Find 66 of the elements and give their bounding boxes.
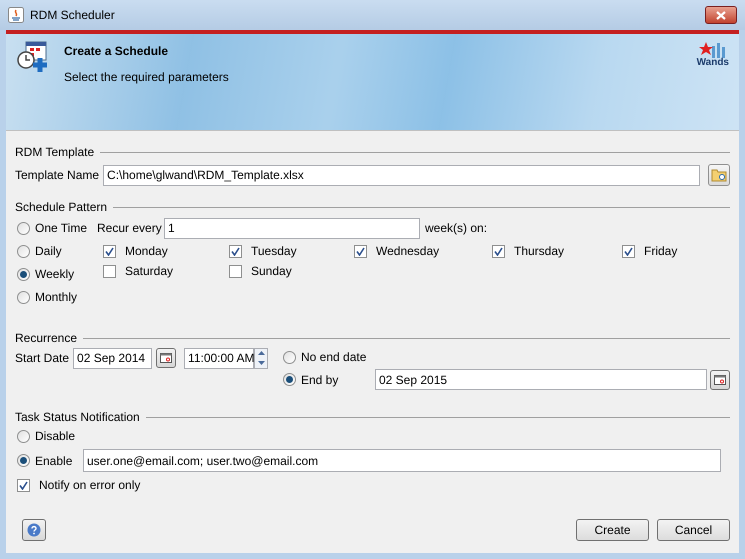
help-button[interactable] [22,519,46,541]
browse-button[interactable] [708,164,730,186]
start-time-field[interactable]: 11:00:00 AM [184,348,254,368]
dialog-button[interactable]: Create [576,519,649,541]
radio-button[interactable] [17,430,30,442]
checkbox-label: Sunday [251,263,292,280]
checkbox[interactable] [492,244,505,258]
checkbox-label: Saturday [125,263,174,280]
calendar-icon [160,353,172,363]
close-icon [716,10,726,20]
time-spinner[interactable] [254,348,268,368]
folder-search-icon [711,168,727,182]
radio-label: Enable [35,452,72,470]
radio-button[interactable] [283,350,296,364]
logo-icon [698,42,728,58]
section-heading: RDM Template [15,144,94,161]
radio-button[interactable] [17,244,30,258]
app-icon [8,7,24,23]
field-label: Start Date [15,350,70,367]
section-heading: Recurrence [15,330,78,347]
checkbox-label: Thursday [514,243,564,260]
template-path-field[interactable]: C:\home\glwand\RDM_Template.xlsx [103,164,700,186]
checkbox[interactable] [229,264,242,278]
calendar-button[interactable] [156,348,176,368]
checkbox-label: Monday [125,243,168,260]
radio-label: Disable [35,428,76,445]
radio-label: End by [301,372,338,388]
radio-button[interactable] [283,373,296,386]
end-date-field[interactable]: 02 Sep 2015 [375,369,707,390]
checkbox[interactable] [229,244,242,258]
checkbox-label: Notify on error only [39,477,140,494]
checkbox[interactable] [103,264,116,278]
checkbox[interactable] [354,244,367,258]
field-label: Recur every [97,220,163,237]
close-button[interactable] [705,6,737,24]
field-label: Template Name [15,167,100,184]
radio-button[interactable] [17,290,30,304]
radio-button[interactable] [17,454,30,467]
window-title: RDM Scheduler [30,7,116,24]
radio-label: Daily [35,243,62,260]
header-title: Create a Schedule [64,43,170,60]
dialog-button[interactable]: Cancel [657,519,730,541]
email-field[interactable]: user.one@email.com; user.two@email.com [83,449,721,472]
checkbox-label: Tuesday [251,243,297,260]
radio-label: Monthly [35,289,78,306]
recur-field[interactable]: 1 [164,218,420,238]
section-heading: Task Status Notification [15,409,140,426]
radio-button[interactable] [17,222,30,234]
checkbox[interactable] [103,244,116,258]
checkbox[interactable] [622,244,635,258]
radio-label: Weekly [35,266,74,283]
header-subtitle: Select the required parameters [64,69,230,86]
section-heading: Schedule Pattern [15,199,108,216]
calendar-icon [714,374,726,384]
checkbox-label: Wednesday [376,243,440,260]
calendar-button[interactable] [710,370,730,390]
radio-button[interactable] [17,268,30,280]
field-suffix: week(s) on: [425,220,488,237]
checkbox[interactable] [17,478,30,492]
logo-text: Wands [696,58,729,68]
calendar-add-icon [16,40,50,74]
radio-label: One Time [35,220,88,237]
radio-label: No end date [301,349,366,366]
help-icon [27,523,41,537]
checkbox-label: Friday [644,243,678,260]
start-date-field[interactable]: 02 Sep 2014 [73,348,152,368]
